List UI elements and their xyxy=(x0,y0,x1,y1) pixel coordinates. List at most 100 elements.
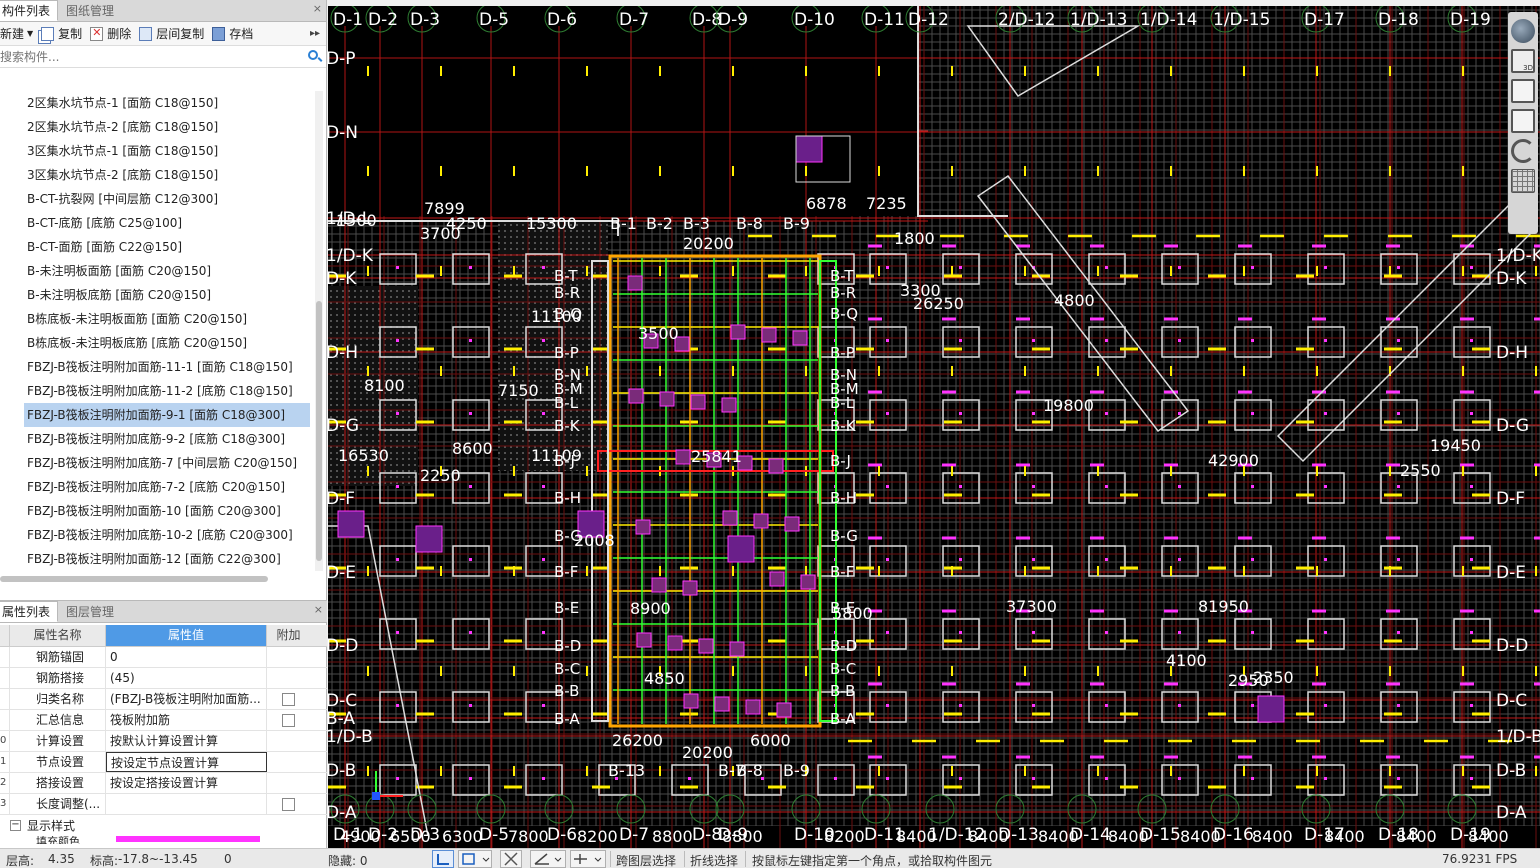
copy-button[interactable]: 复制 xyxy=(37,23,86,45)
property-row[interactable]: 钢筋锚固 0 xyxy=(0,647,327,668)
dimension-label: 42900 xyxy=(1208,451,1259,470)
list-item[interactable]: B-CT-底筋 [底筋 C25@100] xyxy=(0,211,312,235)
drawing-canvas[interactable]: D-1 D-2 D-3 D-5 D-6 D-7 D-8 D-9 D-10 D-11 D-12 2/D-… xyxy=(328,6,1540,848)
property-row[interactable]: 2 搭接设置 按设定搭接设置计算 xyxy=(0,773,327,794)
component-tabbar: 构件列表 图纸管理 × xyxy=(0,0,326,22)
list-item[interactable]: FBZJ-B筏板注明附加底筋-10-2 [底筋 C20@300] xyxy=(0,523,312,547)
property-row[interactable]: 归类名称 (FBZJ-B筏板注明附加面筋... xyxy=(0,689,327,710)
property-value[interactable]: 筏板附加筋 xyxy=(106,710,267,730)
list-item[interactable]: B栋底板-未注明板底筋 [底筋 C20@150] xyxy=(0,331,312,355)
delete-button[interactable]: 删除 xyxy=(86,23,135,45)
core-cap xyxy=(659,391,675,407)
scroll-thumb[interactable] xyxy=(316,301,322,561)
toolbar-overflow-icon[interactable]: ▸▸ xyxy=(310,28,320,39)
tab-component-list[interactable]: 构件列表 xyxy=(0,0,59,21)
property-value[interactable]: 按设定节点设置计算 xyxy=(106,752,267,772)
axis-label-top: D-10 xyxy=(794,10,835,30)
property-row[interactable]: 钢筋搭接 (45) xyxy=(0,668,327,689)
property-value[interactable] xyxy=(106,794,267,814)
search-icon[interactable] xyxy=(308,50,318,60)
tab-layer-management[interactable]: 图层管理 xyxy=(58,601,122,622)
dropdown-arrow-icon[interactable]: ▼ xyxy=(27,29,33,38)
property-value[interactable]: (45) xyxy=(106,668,267,688)
list-item[interactable]: B-CT-抗裂网 [中间层筋 C12@300] xyxy=(0,187,312,211)
fill-color-row[interactable]: 填充颜色 xyxy=(0,836,327,844)
list-item[interactable]: FBZJ-B筏板注明附加面筋-9-1 [面筋 C18@300] xyxy=(24,403,310,427)
list-item[interactable]: B-未注明板底筋 [面筋 C20@150] xyxy=(0,283,312,307)
cross-layer-select[interactable]: 跨图层选择 xyxy=(616,852,676,868)
dimension-label: 8400 xyxy=(1324,827,1365,846)
status-hint: 按鼠标左键指定第一个角点，或拾取构件图元 xyxy=(752,854,993,868)
list-item[interactable]: FBZJ-B筏板注明附加底筋-9-2 [底筋 C18@300] xyxy=(0,427,312,451)
property-row[interactable]: 3 长度调整(... xyxy=(0,794,327,815)
cross-toggle[interactable] xyxy=(500,850,522,868)
top-view-icon[interactable] xyxy=(1511,79,1535,103)
property-row[interactable]: 1 节点设置 按设定节点设置计算 xyxy=(0,752,327,773)
pile-dot xyxy=(1251,485,1254,488)
list-item[interactable]: FBZJ-B筏板注明附加面筋-12 [面筋 C22@300] xyxy=(0,547,312,571)
collapse-icon[interactable]: − xyxy=(10,820,21,831)
fill-color-label: 填充颜色 xyxy=(36,836,80,844)
list-item[interactable]: B-CT-面筋 [面筋 C22@150] xyxy=(0,235,312,259)
tab-drawing-management[interactable]: 图纸管理 xyxy=(58,0,122,21)
list-item[interactable]: B栋底板-未注明板面筋 [面筋 C20@150] xyxy=(0,307,312,331)
dimension-label: 8400 xyxy=(1252,827,1293,846)
list-item[interactable]: 3区集水坑节点-2 [底筋 C18@150] xyxy=(0,163,312,187)
list-item[interactable]: FBZJ-B筏板注明附加面筋-11-1 [面筋 C18@150] xyxy=(0,355,312,379)
orbit-icon[interactable] xyxy=(1511,19,1535,43)
list-item[interactable]: 2区集水坑节点-2 [底筋 C18@150] xyxy=(0,115,312,139)
property-value[interactable]: (FBZJ-B筏板注明附加面筋... xyxy=(106,689,267,709)
grid-icon[interactable] xyxy=(1511,169,1535,193)
pile-dot xyxy=(469,704,472,707)
list-item[interactable]: 3区集水坑节点-1 [面筋 C18@150] xyxy=(0,139,312,163)
axis-label-mid: B-G xyxy=(830,527,858,545)
list-item[interactable]: FBZJ-B筏板注明附加底筋-7-2 [底筋 C20@150] xyxy=(0,475,312,499)
fill-color-swatch[interactable] xyxy=(116,836,260,842)
close-icon[interactable]: × xyxy=(313,2,322,15)
extra-checkbox[interactable] xyxy=(282,692,295,706)
property-tabbar: 属性列表 图层管理 × xyxy=(0,601,327,623)
tab-property-list[interactable]: 属性列表 xyxy=(0,601,59,622)
property-row[interactable]: 0 计算设置 按默认计算设置计算 xyxy=(0,731,327,752)
hscroll-thumb[interactable] xyxy=(0,576,268,582)
polyline-select[interactable]: 折线选择 xyxy=(690,852,738,868)
offset-toggle[interactable] xyxy=(570,850,606,868)
property-value[interactable]: 0 xyxy=(106,647,267,667)
dimension-label: 6878 xyxy=(806,194,847,213)
list-item[interactable]: 2区集水坑节点-1 [面筋 C18@150] xyxy=(0,91,312,115)
dimension-label: 8400 xyxy=(1108,827,1149,846)
list-item[interactable]: B-未注明板面筋 [面筋 C20@150] xyxy=(0,259,312,283)
component-list-hscrollbar[interactable] xyxy=(0,573,312,583)
rotate-icon[interactable] xyxy=(1511,139,1535,163)
property-row[interactable]: 汇总信息 筏板附加筋 xyxy=(0,710,327,731)
pile-dot xyxy=(1178,558,1181,561)
search-input[interactable] xyxy=(0,46,290,67)
floor-copy-button[interactable]: 层间复制 xyxy=(135,23,208,45)
list-item[interactable]: FBZJ-B筏板注明附加底筋-7 [中间层筋 C20@150] xyxy=(0,451,312,475)
extra-checkbox[interactable] xyxy=(282,713,295,727)
display-style-group[interactable]: − 显示样式 xyxy=(0,815,327,836)
ortho-toggle[interactable] xyxy=(432,850,454,868)
axis-label-top: D-17 xyxy=(1304,10,1345,30)
cad-drawing[interactable]: D-1 D-2 D-3 D-5 D-6 D-7 D-8D-9 D-10 D-11 D-12 2/D-… xyxy=(328,6,1540,848)
extra-checkbox[interactable] xyxy=(282,797,295,811)
3d-view-icon[interactable] xyxy=(1511,49,1535,73)
snap-toggle[interactable] xyxy=(458,850,492,868)
new-button[interactable]: 新建 ▼ xyxy=(0,23,37,45)
list-item[interactable]: FBZJ-B筏板注明附加底筋-11-2 [底筋 C18@150] xyxy=(0,379,312,403)
list-item[interactable]: FBZJ-B筏板注明附加面筋-10 [面筋 C20@300] xyxy=(0,499,312,523)
property-value[interactable]: 按设定搭接设置计算 xyxy=(106,773,267,793)
pile-dot xyxy=(469,266,472,269)
dimension-label: 8400 xyxy=(896,827,937,846)
axis-label-mid: B-E xyxy=(554,599,579,617)
close-icon[interactable]: × xyxy=(314,603,323,616)
dimension-label: 7150 xyxy=(498,381,539,400)
core-cap xyxy=(721,397,737,413)
property-value[interactable]: 按默认计算设置计算 xyxy=(106,731,267,751)
archive-button[interactable]: 存档 xyxy=(208,23,257,45)
angle-toggle[interactable] xyxy=(530,850,566,868)
component-list-scrollbar[interactable] xyxy=(315,91,323,571)
dimension-label: 25841 xyxy=(691,447,742,466)
front-view-icon[interactable] xyxy=(1511,109,1535,133)
axis-label-mid: B-F xyxy=(830,563,854,581)
